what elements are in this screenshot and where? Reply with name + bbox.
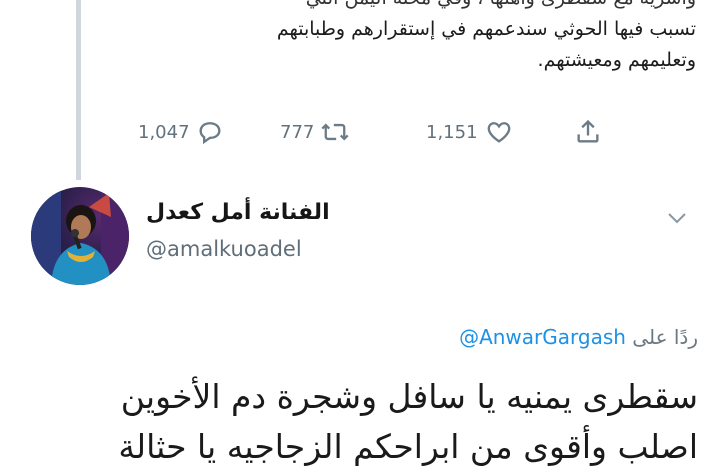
tweet-line: سقطرى يمنيه يا سافل وشجرة دم الأخوين xyxy=(120,377,698,416)
mention-link[interactable]: @AnwarGargash xyxy=(459,325,626,349)
previous-tweet-text: وأسرية مع سقطرى وأهلها ، وفي محنة اليمن … xyxy=(116,0,696,76)
avatar[interactable] xyxy=(31,187,129,285)
avatar-image xyxy=(31,187,129,285)
retweet-button[interactable]: 777 xyxy=(280,114,350,150)
chevron-down-icon[interactable] xyxy=(664,208,690,232)
reply-count: 1,047 xyxy=(138,121,190,143)
previous-tweet-line: وتعليمهم ومعيشتهم. xyxy=(537,49,696,71)
previous-tweet-line: وأسرية مع سقطرى وأهلها ، وفي محنة اليمن … xyxy=(116,0,696,14)
previous-tweet: وأسرية مع سقطرى وأهلها ، وفي محنة اليمن … xyxy=(116,0,696,76)
retweet-count: 777 xyxy=(280,121,315,143)
tweet-line: اصلب وأقوى من ابراحكم الزجاجيه يا حثالة xyxy=(118,427,698,466)
like-button[interactable]: 1,151 xyxy=(426,114,514,150)
reply-icon xyxy=(199,122,221,145)
share-icon xyxy=(577,119,599,143)
tweet-body: سقطرى يمنيه يا سافل وشجرة دم الأخوين اصل… xyxy=(118,372,698,472)
author-info: الفنانة أمل كعدل @amalkuoadel xyxy=(146,200,330,261)
previous-tweet-line: تسبب فيها الحوثي سندعمهم في إستقرارهم وط… xyxy=(276,18,696,40)
replying-to-label: ردًا على xyxy=(632,325,698,349)
replying-to-line: ردًا على @AnwarGargash xyxy=(459,325,698,349)
tweet-actions-bar: 1,047 777 1,151 xyxy=(130,114,610,150)
share-button[interactable] xyxy=(574,114,602,150)
retweet-icon xyxy=(321,123,349,141)
like-count: 1,151 xyxy=(426,121,478,143)
author-display-name[interactable]: الفنانة أمل كعدل xyxy=(146,200,330,225)
heart-icon xyxy=(487,122,510,143)
thread-connector-line xyxy=(76,0,81,180)
author-handle[interactable]: @amalkuoadel xyxy=(146,237,330,261)
reply-button[interactable]: 1,047 xyxy=(138,114,224,150)
